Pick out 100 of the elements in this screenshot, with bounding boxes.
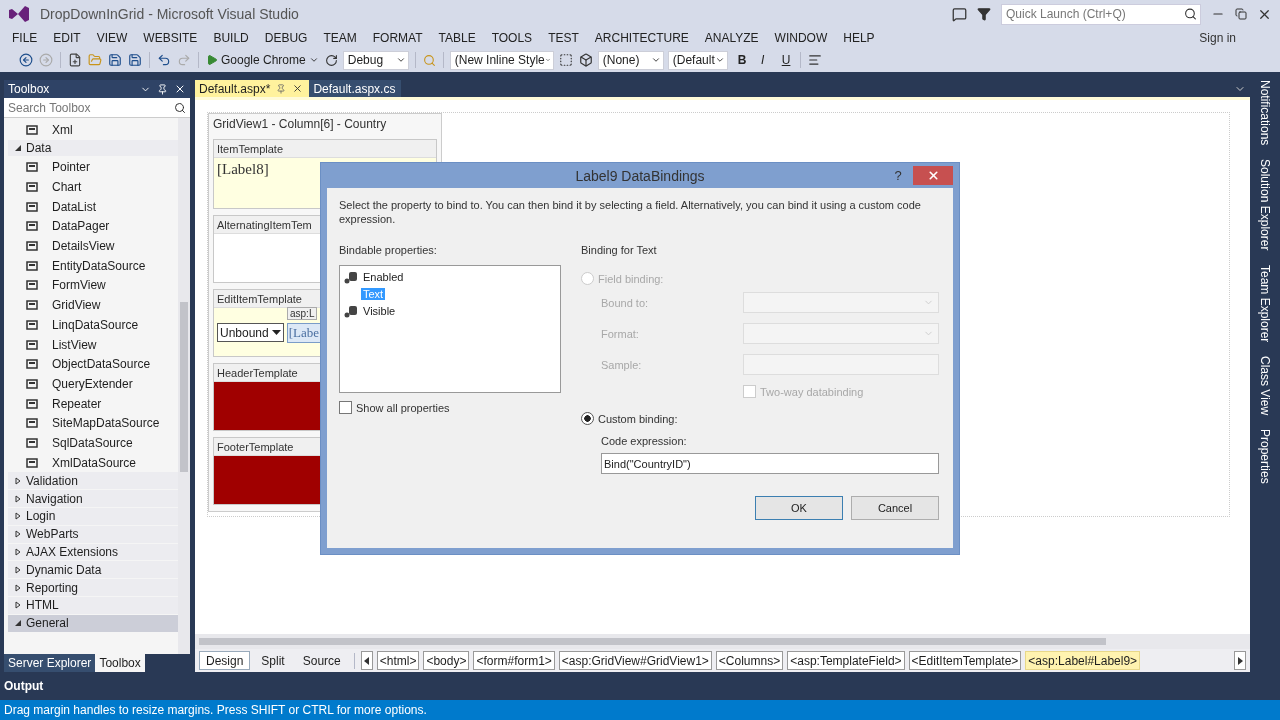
breadcrumb[interactable]: <asp:GridView#GridView1> xyxy=(558,651,712,670)
menu-item[interactable]: DEBUG xyxy=(256,31,316,45)
side-tab[interactable]: Team Explorer xyxy=(1258,264,1272,343)
breadcrumb[interactable]: <asp:TemplateField> xyxy=(787,651,905,670)
side-tab[interactable]: Properties xyxy=(1258,429,1272,484)
toolbox-item[interactable]: LinqDataSource xyxy=(8,315,178,335)
toolbox-group[interactable]: Dynamic Data xyxy=(8,561,178,580)
unbound-dropdown[interactable]: Unbound xyxy=(217,323,284,342)
toolbox-item[interactable]: XmlDataSource xyxy=(8,452,178,473)
toolbox-item[interactable]: DataPager xyxy=(8,216,178,237)
toolbox-item[interactable]: ObjectDataSource xyxy=(8,354,178,375)
toolbox-item[interactable]: DetailsView xyxy=(8,236,178,256)
run-button[interactable]: Google Chrome xyxy=(205,52,320,68)
toolbox-item[interactable]: FormView xyxy=(8,275,178,296)
search-field[interactable]: Search Toolbox xyxy=(4,98,190,118)
menu-item[interactable]: TEAM xyxy=(315,31,365,45)
toolbox-group[interactable]: Data xyxy=(8,139,178,158)
close-icon[interactable] xyxy=(292,83,304,94)
toolbox-item[interactable]: Repeater xyxy=(8,393,178,414)
toolbox-item[interactable]: EntityDataSource xyxy=(8,255,178,276)
toolbox-item[interactable]: DataList xyxy=(8,196,178,217)
toolbox-group[interactable]: HTML xyxy=(8,597,178,615)
checkbox[interactable] xyxy=(339,401,352,414)
view-tab[interactable]: Design xyxy=(199,651,251,670)
document-tab[interactable]: Default.aspx.cs xyxy=(309,80,402,97)
menu-item[interactable]: TABLE xyxy=(430,31,484,45)
style-button[interactable] xyxy=(557,52,574,68)
toolbox-item[interactable]: SqlDataSource xyxy=(8,433,178,453)
close-icon[interactable] xyxy=(174,83,186,95)
code-expression-field[interactable]: Bind("CountryID") xyxy=(601,453,939,474)
property-item[interactable]: Visible xyxy=(361,305,398,317)
side-tab[interactable]: Notifications xyxy=(1258,80,1272,146)
help-button[interactable]: ? xyxy=(883,167,913,184)
toolbox-group[interactable]: Login xyxy=(8,508,178,526)
ok-button[interactable]: OK xyxy=(755,496,843,520)
radio-button[interactable] xyxy=(581,412,594,425)
toolbox-group[interactable]: Reporting xyxy=(8,579,178,598)
pin-icon[interactable] xyxy=(276,83,287,94)
new-file-button[interactable] xyxy=(67,52,83,68)
menu-item[interactable]: WINDOW xyxy=(766,31,836,45)
menu-item[interactable]: ANALYZE xyxy=(696,31,767,45)
attach-button[interactable] xyxy=(577,52,594,68)
toolbox-item[interactable]: Pointer xyxy=(8,157,178,178)
save-button[interactable] xyxy=(107,52,123,68)
menu-item[interactable]: FILE xyxy=(4,31,46,45)
view-tab[interactable]: Source xyxy=(295,651,348,670)
label-control[interactable]: [Labe xyxy=(286,323,322,343)
toolbox-item[interactable]: ListView xyxy=(8,334,178,355)
panel-tab[interactable]: Server Explorer xyxy=(4,654,96,672)
format-button[interactable]: U xyxy=(775,52,794,68)
pin-icon[interactable] xyxy=(157,83,168,95)
menu-item[interactable]: VIEW xyxy=(88,31,136,45)
format-button[interactable]: I xyxy=(753,52,772,68)
breadcrumb[interactable]: <Columns> xyxy=(715,651,784,670)
breadcrumb[interactable]: <body> xyxy=(423,651,470,670)
quick-launch-field[interactable]: Quick Launch (Ctrl+Q) xyxy=(1001,3,1201,25)
menu-item[interactable]: HELP xyxy=(835,31,883,45)
style-dropdown[interactable]: (New Inline Style xyxy=(449,50,554,70)
feedback-icon[interactable] xyxy=(952,6,967,22)
restore-icon[interactable] xyxy=(1235,8,1247,20)
horizontal-scrollbar[interactable] xyxy=(195,634,1250,649)
refresh-button[interactable] xyxy=(323,52,339,68)
side-tab[interactable]: Solution Explorer xyxy=(1258,159,1272,251)
menu-item[interactable]: WEBSITE xyxy=(135,31,206,45)
document-tab[interactable]: Default.aspx* xyxy=(195,80,310,97)
close-button[interactable] xyxy=(913,166,953,185)
align-button[interactable] xyxy=(806,52,823,68)
undo-button[interactable] xyxy=(156,52,172,68)
font-dropdown[interactable]: (Default xyxy=(667,50,728,70)
configuration-dropdown[interactable]: Debug xyxy=(342,50,409,70)
scrollbar[interactable] xyxy=(178,118,190,654)
toolbox-item[interactable]: Chart xyxy=(8,177,178,197)
toolbox-group[interactable]: Validation xyxy=(8,472,178,491)
output-label[interactable]: Output xyxy=(4,679,44,693)
cancel-button[interactable]: Cancel xyxy=(851,496,939,520)
format-button[interactable]: B xyxy=(731,52,750,68)
toolbox-item[interactable]: Xml xyxy=(8,120,178,140)
breadcrumb[interactable]: <EditItemTemplate> xyxy=(908,651,1022,670)
sign-in-link[interactable]: Sign in xyxy=(1199,31,1276,45)
back-button[interactable] xyxy=(18,52,34,68)
toolbox-item[interactable]: GridView xyxy=(8,295,178,315)
property-item[interactable]: Enabled xyxy=(361,271,406,283)
toolbox-group[interactable]: Navigation xyxy=(8,490,178,509)
save-all-button[interactable] xyxy=(127,52,143,68)
breadcrumb[interactable]: <asp:Label#Label9> xyxy=(1025,651,1141,670)
filter-icon[interactable] xyxy=(977,7,991,21)
breadcrumb[interactable]: <form#form1> xyxy=(473,651,555,670)
menu-item[interactable]: TOOLS xyxy=(483,31,541,45)
menu-item[interactable]: EDIT xyxy=(45,31,89,45)
panel-tab[interactable]: Toolbox xyxy=(95,654,145,672)
toolbox-item[interactable]: QueryExtender xyxy=(8,374,178,394)
menu-item[interactable]: TEST xyxy=(540,31,587,45)
menu-item[interactable]: BUILD xyxy=(205,31,257,45)
menu-item[interactable]: ARCHITECTURE xyxy=(586,31,697,45)
scroll-right-button[interactable] xyxy=(1234,651,1246,670)
scroll-left-button[interactable] xyxy=(360,651,373,670)
side-tab[interactable]: Class View xyxy=(1258,356,1272,416)
breadcrumb[interactable]: <html> xyxy=(376,651,420,670)
toolbox-item[interactable]: SiteMapDataSource xyxy=(8,413,178,434)
view-tab[interactable]: Split xyxy=(254,651,292,670)
